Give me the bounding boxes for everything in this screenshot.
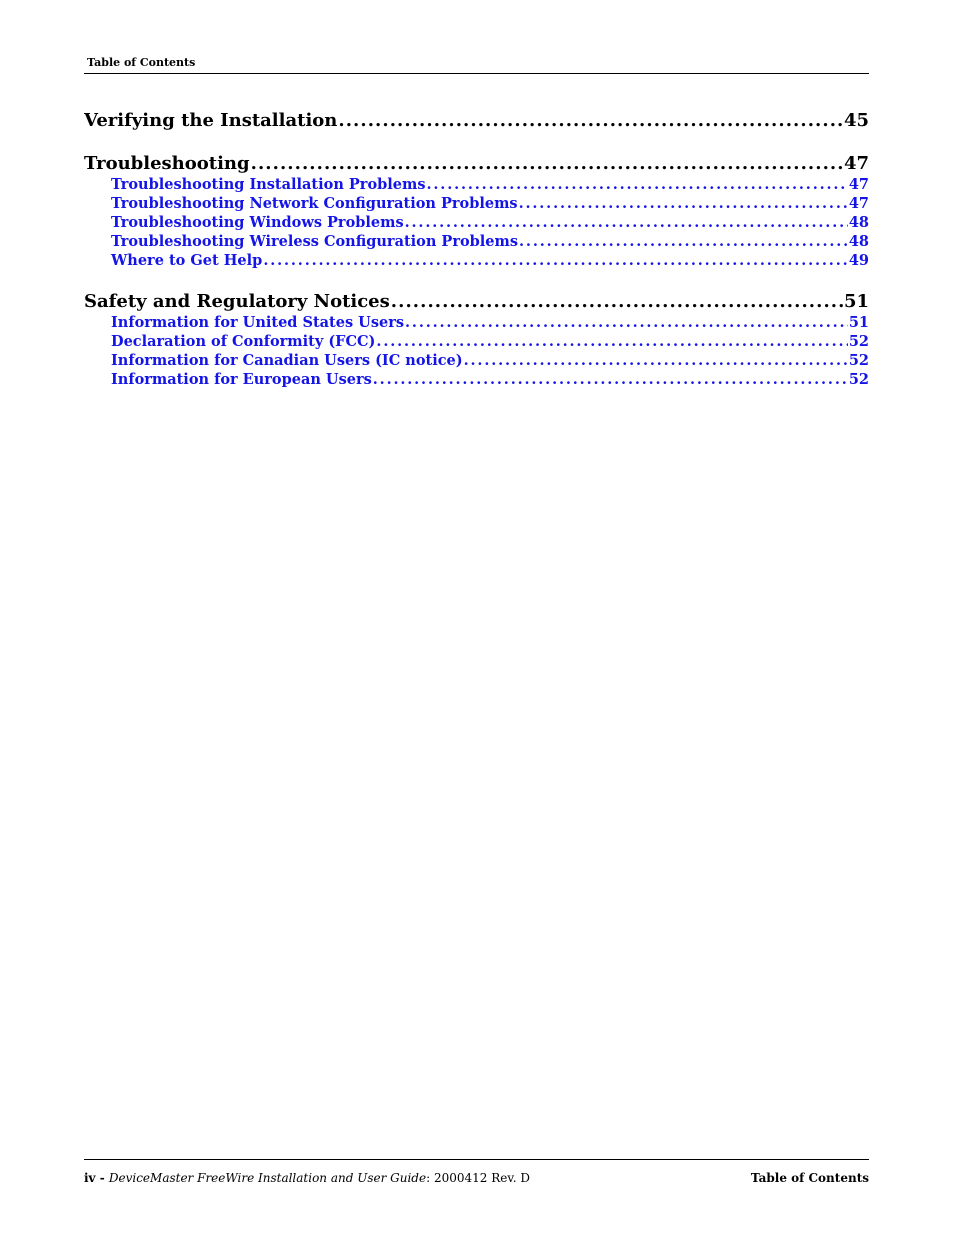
toc-link-european-users[interactable]: Information for European Users 52 bbox=[84, 370, 869, 389]
dot-leader bbox=[405, 213, 848, 232]
toc-section-title: Safety and Regulatory Notices bbox=[84, 291, 390, 312]
toc-link-title: Troubleshooting Wireless Configuration P… bbox=[111, 233, 519, 250]
toc-link-title: Information for European Users bbox=[111, 371, 372, 388]
footer-doc-suffix: : 2000412 Rev. D bbox=[426, 1171, 530, 1185]
toc-link-page: 49 bbox=[848, 252, 869, 269]
toc-link-page: 48 bbox=[848, 233, 869, 250]
toc-link-page: 48 bbox=[848, 214, 869, 231]
header-title: Table of Contents bbox=[87, 56, 196, 69]
footer-separator: - bbox=[95, 1171, 109, 1185]
dot-leader bbox=[376, 332, 847, 351]
toc-link-page: 52 bbox=[848, 333, 869, 350]
toc-section-safety-regulatory[interactable]: Safety and Regulatory Notices 51 bbox=[84, 291, 869, 313]
toc-link-where-to-get-help[interactable]: Where to Get Help 49 bbox=[84, 251, 869, 270]
toc-link-troubleshooting-windows[interactable]: Troubleshooting Windows Problems 48 bbox=[84, 213, 869, 232]
footer-doc-title: DeviceMaster FreeWire Installation and U… bbox=[108, 1171, 427, 1185]
toc-link-title: Troubleshooting Installation Problems bbox=[111, 176, 426, 193]
toc-section-page: 45 bbox=[843, 110, 869, 131]
page-header: Table of Contents bbox=[84, 56, 869, 74]
footer-page-number: iv bbox=[84, 1171, 96, 1185]
toc-link-title: Troubleshooting Network Configuration Pr… bbox=[111, 195, 518, 212]
dot-leader bbox=[519, 232, 848, 251]
dot-leader bbox=[251, 153, 843, 175]
dot-leader bbox=[373, 370, 848, 389]
toc-link-page: 47 bbox=[848, 176, 869, 193]
toc-section-title: Troubleshooting bbox=[84, 153, 250, 174]
toc-link-troubleshooting-installation[interactable]: Troubleshooting Installation Problems 47 bbox=[84, 175, 869, 194]
toc-link-page: 52 bbox=[848, 371, 869, 388]
dot-leader bbox=[405, 313, 848, 332]
dot-leader bbox=[464, 351, 848, 370]
toc-link-canadian-users[interactable]: Information for Canadian Users (IC notic… bbox=[84, 351, 869, 370]
dot-leader bbox=[338, 110, 843, 132]
toc-link-troubleshooting-wireless[interactable]: Troubleshooting Wireless Configuration P… bbox=[84, 232, 869, 251]
toc-section-page: 47 bbox=[843, 153, 869, 174]
dot-leader bbox=[519, 194, 848, 213]
dot-leader bbox=[427, 175, 848, 194]
toc-link-title: Declaration of Conformity (FCC) bbox=[111, 333, 376, 350]
toc-link-title: Information for United States Users bbox=[111, 314, 405, 331]
table-of-contents: Verifying the Installation 45 Troublesho… bbox=[84, 110, 869, 389]
toc-link-page: 47 bbox=[848, 195, 869, 212]
toc-link-us-users[interactable]: Information for United States Users 51 bbox=[84, 313, 869, 332]
toc-section-troubleshooting[interactable]: Troubleshooting 47 bbox=[84, 153, 869, 175]
toc-link-troubleshooting-network[interactable]: Troubleshooting Network Configuration Pr… bbox=[84, 194, 869, 213]
footer-section-label: Table of Contents bbox=[750, 1171, 869, 1185]
toc-link-title: Information for Canadian Users (IC notic… bbox=[111, 352, 463, 369]
toc-link-title: Troubleshooting Windows Problems bbox=[111, 214, 404, 231]
footer-doc-info: iv - DeviceMaster FreeWire Installation … bbox=[84, 1171, 530, 1185]
dot-leader bbox=[263, 251, 848, 270]
toc-section-title: Verifying the Installation bbox=[84, 110, 338, 131]
toc-section-page: 51 bbox=[843, 291, 869, 312]
toc-section-verifying-installation[interactable]: Verifying the Installation 45 bbox=[84, 110, 869, 132]
page-footer: iv - DeviceMaster FreeWire Installation … bbox=[84, 1159, 869, 1185]
toc-link-page: 52 bbox=[848, 352, 869, 369]
toc-link-declaration-fcc[interactable]: Declaration of Conformity (FCC) 52 bbox=[84, 332, 869, 351]
dot-leader bbox=[391, 291, 843, 313]
toc-link-title: Where to Get Help bbox=[111, 252, 263, 269]
toc-link-page: 51 bbox=[848, 314, 869, 331]
